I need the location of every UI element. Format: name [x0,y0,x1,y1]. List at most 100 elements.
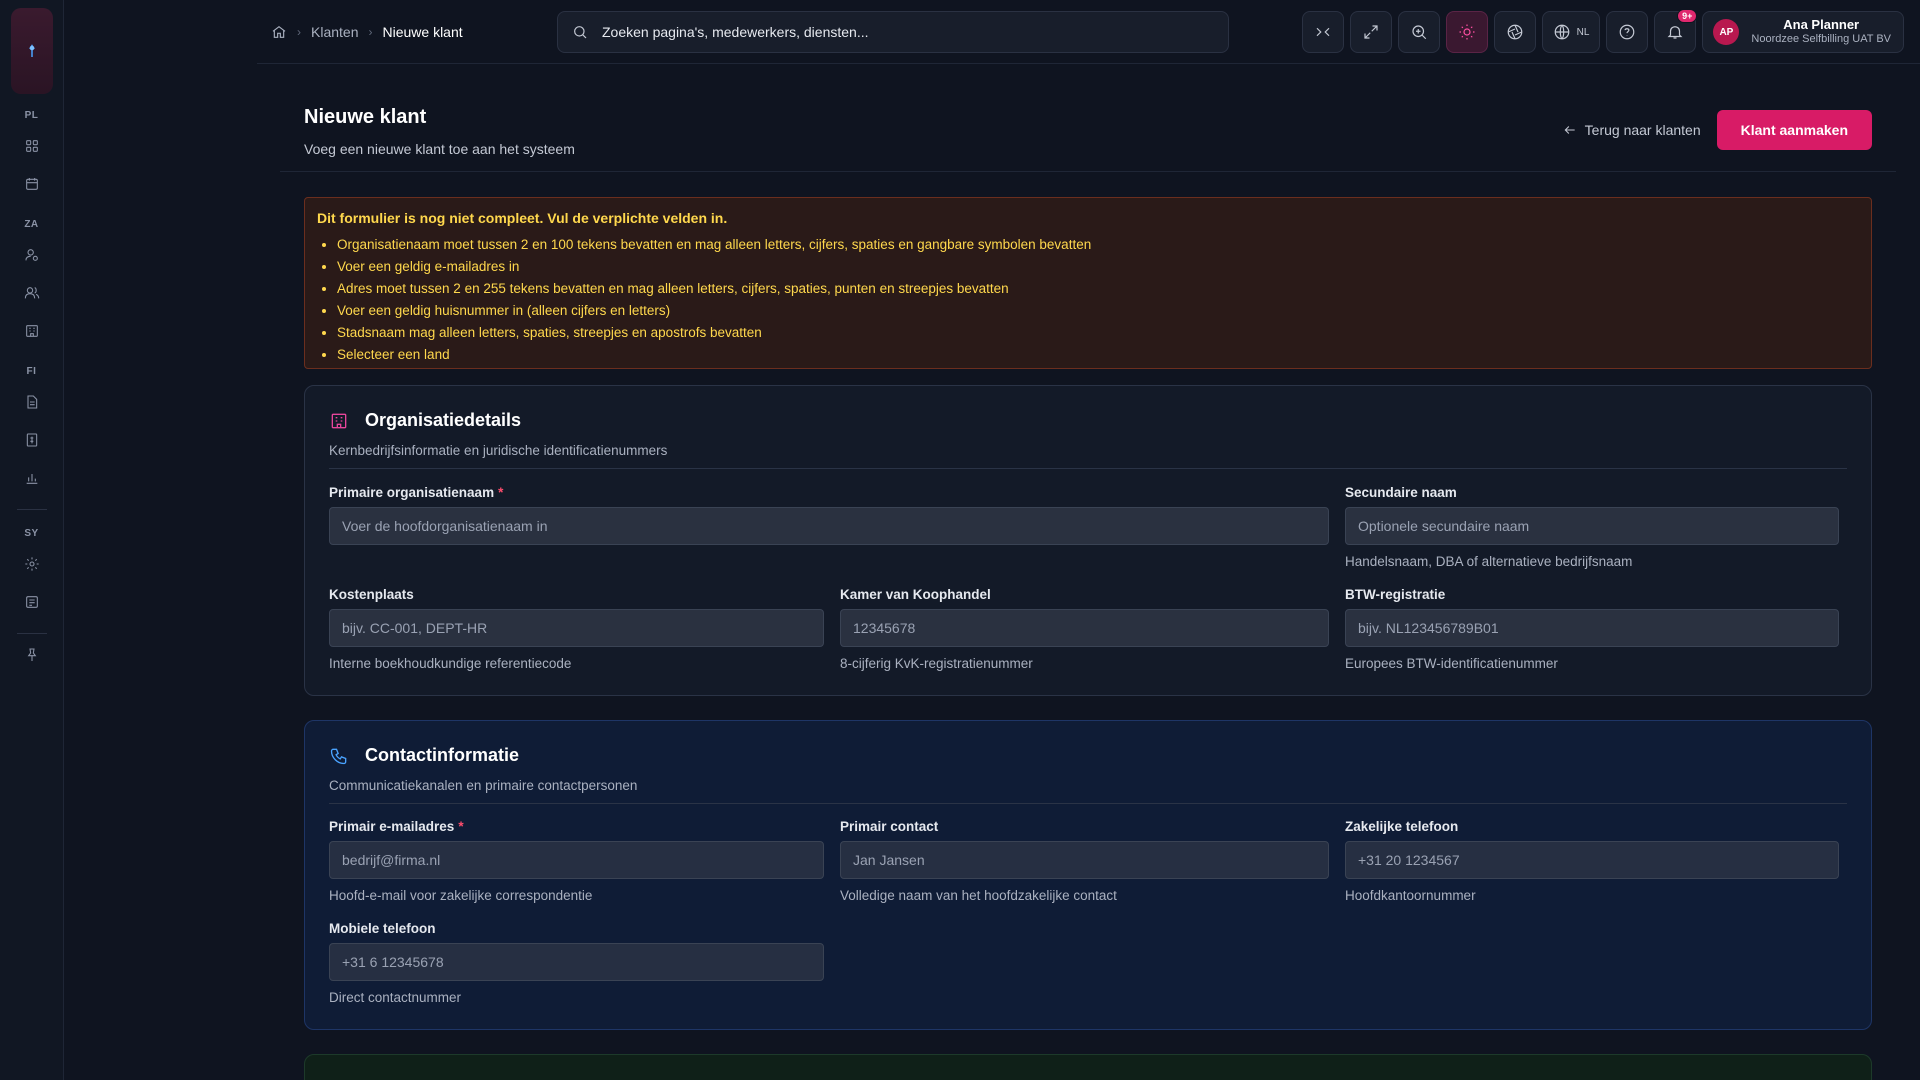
zoom-in-icon [1411,25,1426,40]
sidebar-item-logs[interactable] [14,585,50,619]
sidebar: PL ZA FI SY [0,0,64,1080]
sidebar-item-user-settings[interactable] [14,238,50,272]
card-divider [329,803,1847,804]
page-header: Nieuwe klant Voeg een nieuwe klant toe a… [304,106,575,157]
zoom-button[interactable] [1397,11,1440,53]
field-help: Interne boekhoudkundige referentiecode [329,656,572,671]
header-divider [280,171,1896,172]
field-label: Kamer van Koophandel [840,587,991,602]
global-search[interactable] [557,11,1229,53]
sidebar-item-calendar[interactable] [14,167,50,201]
card-subtitle: Kernbedrijfsinformatie en juridische ide… [329,443,668,458]
log-icon [25,596,38,608]
field-label: Primaire organisatienaam * [329,485,1329,500]
organisation-details-card: Organisatiedetails Kernbedrijfsinformati… [304,385,1872,696]
header-actions: Terug naar klanten Klant aanmaken [1563,110,1872,150]
primary-contact-input[interactable] [840,841,1329,879]
sidebar-item-payments[interactable] [14,423,50,457]
home-icon[interactable] [271,24,287,40]
aperture-icon [1507,24,1522,40]
sidebar-divider [16,509,47,510]
sidebar-item-clients[interactable] [14,314,50,348]
notifications-button[interactable]: 9+ [1654,9,1698,53]
field-help: Handelsnaam, DBA of alternatieve bedrijf… [1345,554,1633,569]
search-input[interactable] [602,24,1162,40]
sidebar-item-employees[interactable] [14,276,50,310]
logo-icon [28,44,35,57]
bell-icon [1667,26,1683,39]
field-help: Hoofd-e-mail voor zakelijke corresponden… [329,888,593,903]
sidebar-item-dashboard[interactable] [14,129,50,163]
notifications-badge: 9+ [1677,9,1698,23]
breadcrumb-current: Nieuwe klant [382,23,463,40]
mobile-phone-input[interactable] [329,943,824,981]
alert-item: Adres moet tussen 2 en 255 tekens bevatt… [337,278,1859,300]
fullscreen-button[interactable] [1349,11,1392,53]
cost-center-input[interactable] [329,609,824,647]
field-help: Europees BTW-identificatienummer [1345,656,1558,671]
sidebar-item-reports[interactable] [14,461,50,495]
secondary-name-input[interactable] [1345,507,1839,545]
business-phone-input[interactable] [1345,841,1839,879]
kvk-input[interactable] [840,609,1329,647]
alert-item: Voer een geldig e-mailadres in [337,256,1859,278]
alert-item: Voer een geldig huisnummer in (alleen ci… [337,300,1859,322]
next-section-card [304,1054,1872,1080]
help-icon [1620,24,1635,40]
pin-icon [27,648,36,661]
app-logo[interactable] [10,8,53,94]
email-input[interactable] [329,841,824,879]
card-title: Contactinformatie [365,745,520,765]
required-marker: * [458,819,464,834]
collapse-sidebar-button[interactable] [1301,11,1344,53]
primary-contact-field: Primair contact Volledige naam van het h… [840,819,1329,903]
field-label: Zakelijke telefoon [1345,819,1459,834]
help-button[interactable] [1606,11,1649,53]
card-divider [329,468,1847,469]
card-header: Contactinformatie [329,745,1847,766]
breadcrumb-link-clients[interactable]: Klanten [311,24,358,40]
sidebar-item-settings[interactable] [14,547,50,581]
card-title: Organisatiedetails [365,410,522,430]
primary-name-input[interactable] [329,507,1329,545]
back-to-clients-link[interactable]: Terug naar klanten [1563,122,1701,138]
search-icon [574,26,587,39]
sidebar-group-label: PL [24,110,39,121]
topbar: › Klanten › Nieuwe klant NL [257,0,1920,64]
appearance-button[interactable] [1493,11,1536,53]
required-marker: * [498,485,504,500]
kvk-field: Kamer van Koophandel 8-cijferig KvK-regi… [840,587,1329,671]
sidebar-item-invoices[interactable] [14,385,50,419]
gear-icon [24,557,39,571]
field-label: Kostenplaats [329,587,414,602]
vat-field: BTW-registratie Europees BTW-identificat… [1345,587,1839,671]
field-label: BTW-registratie [1345,587,1446,602]
field-label-text: Primair e-mailadres [329,819,455,834]
language-code: NL [1576,26,1590,38]
alert-title: Dit formulier is nog niet compleet. Vul … [317,210,728,226]
page-subtitle: Voeg een nieuwe klant toe aan het systee… [304,141,575,157]
field-help: Volledige naam van het hoofdzakelijke co… [840,888,1117,903]
business-phone-field: Zakelijke telefoon Hoofdkantoornummer [1345,819,1839,903]
user-name: Ana Planner [1783,17,1860,32]
field-help: Direct contactnummer [329,990,462,1005]
sidebar-item-pin[interactable] [14,638,50,672]
receipt-icon [26,433,37,447]
secondary-name-field: Secundaire naam Handelsnaam, DBA of alte… [1345,485,1839,569]
globe-icon [1554,24,1569,40]
field-label: Primair contact [840,819,939,834]
field-label-text: Primaire organisatienaam [329,485,495,500]
user-menu[interactable]: AP Ana Planner Noordzee Selfbilling UAT … [1702,11,1904,53]
breadcrumb: › Klanten › Nieuwe klant [271,24,463,40]
field-help: 8-cijferig KvK-registratienummer [840,656,1033,671]
create-client-button[interactable]: Klant aanmaken [1716,110,1872,150]
vat-input[interactable] [1345,609,1839,647]
alert-item: Selecteer een land [337,344,1859,366]
user-info: Ana Planner Noordzee Selfbilling UAT BV [1751,17,1891,47]
sidebar-divider [16,633,47,634]
theme-toggle-button[interactable] [1445,11,1488,53]
validation-alert: Dit formulier is nog niet compleet. Vul … [304,197,1872,369]
card-subtitle: Communicatiekanalen en primaire contactp… [329,778,638,793]
chevron-right-icon: › [297,24,301,39]
language-button[interactable]: NL [1541,11,1601,53]
